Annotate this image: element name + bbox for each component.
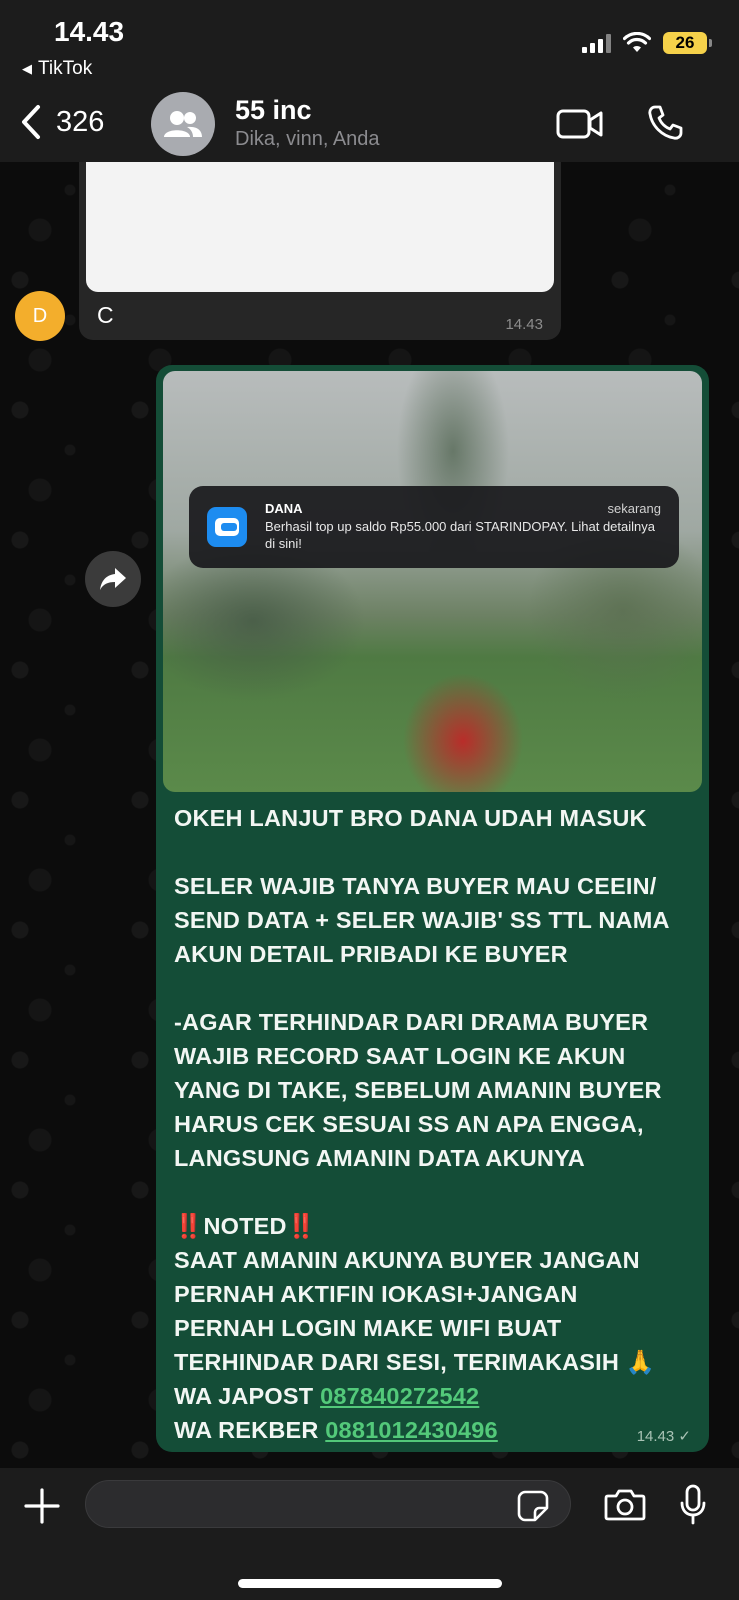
outgoing-message-time: 14.43 ✓ [637,1427,691,1445]
rekber-line: WA REKBER 0881012430496 [174,1413,699,1447]
voice-message-button[interactable] [679,1484,707,1531]
group-people-icon [164,111,202,137]
sender-avatar[interactable]: D [15,291,65,341]
dana-app-icon [207,507,247,547]
message-line: OKEH LANJUT BRO DANA UDAH MASUK [174,805,647,831]
wifi-icon [623,32,651,52]
back-app-label: TikTok [38,58,93,79]
message-line: TERHINDAR DARI SESI, TERIMAKASIH [174,1349,620,1375]
camera-button[interactable] [604,1488,646,1527]
message-line: AKUN DETAIL PRIBADI KE BUYER [174,941,568,967]
noted-line: ‼️NOTED‼️ [174,1209,699,1243]
cellular-signal-icon [582,33,611,53]
japost-label: WA JAPOST [174,1383,314,1409]
group-avatar[interactable] [151,92,215,156]
praying-hands-emoji: 🙏 [625,1349,656,1375]
message-line: LANGSUNG AMANIN DATA AKUNYA [174,1145,585,1171]
message-line: SAAT AMANIN AKUNYA BUYER JANGAN [174,1247,640,1273]
double-exclamation-emoji: ‼️ [286,1213,317,1239]
top-bar: 14.43 ◀ TikTok 26 326 55 inc Dika, vinn,… [0,0,739,162]
video-call-button[interactable] [556,108,604,145]
message-line: PERNAH LOGIN MAKE WIFI BUAT [174,1315,562,1341]
double-exclamation-emoji: ‼️ [174,1213,204,1239]
wallet-icon [215,518,239,536]
back-button[interactable]: 326 [20,104,104,140]
incoming-message[interactable]: C 14.43 [79,150,561,340]
notification-app-name: DANA [265,501,303,516]
message-line: HARUS CEK SESUAI SS AN APA ENGGA, [174,1111,644,1137]
forward-button[interactable] [85,551,141,607]
message-line: -AGAR TERHINDAR DARI DRAMA BUYER [174,1009,649,1035]
incoming-image-preview[interactable] [86,162,554,292]
unread-count: 326 [56,105,105,138]
message-line: PERNAH AKTIFIN IOKASI+JANGAN [174,1281,578,1307]
back-triangle-icon: ◀ [22,61,32,76]
rekber-phone-link[interactable]: 0881012430496 [325,1417,498,1443]
forward-arrow-icon [100,568,126,590]
status-time: 14.43 [54,16,125,47]
japost-line: WA JAPOST 087840272542 [174,1379,699,1413]
group-name[interactable]: 55 inc [235,95,312,126]
voice-call-button[interactable] [646,104,684,147]
back-to-app-link[interactable]: ◀ TikTok [22,58,92,80]
video-camera-icon [556,109,603,139]
chevron-left-icon [22,105,40,139]
camera-icon [604,1489,646,1521]
microphone-icon [680,1484,706,1525]
sent-check-icon: ✓ [678,1428,691,1445]
incoming-message-time: 14.43 [505,316,543,333]
group-members[interactable]: Dika, vinn, Anda [235,128,380,151]
noted-text: NOTED [203,1213,287,1239]
message-line: SEND DATA + SELER WAJIB' SS TTL NAMA [174,907,670,933]
rekber-label: WA REKBER [174,1417,319,1443]
status-icons: 26 [582,32,712,54]
attach-button[interactable] [24,1488,60,1529]
message-time: 14.43 [636,1428,675,1445]
notification-body: Berhasil top up saldo Rp55.000 dari STAR… [265,519,655,551]
message-line: SELER WAJIB TANYA BUYER MAU CEEIN/ [174,873,657,899]
dana-notification: DANA sekarang Berhasil top up saldo Rp55… [189,486,679,568]
outgoing-screenshot-image[interactable]: DANA sekarang Berhasil top up saldo Rp55… [163,371,702,792]
battery-indicator: 26 [663,32,712,54]
notification-time: sekarang [607,501,661,516]
outgoing-message-text: OKEH LANJUT BRO DANA UDAH MASUK SELER WA… [174,801,699,1447]
sticker-button[interactable] [517,1490,549,1527]
thanks-line: TERHINDAR DARI SESI, TERIMAKASIH 🙏 [174,1345,699,1379]
japost-phone-link[interactable]: 087840272542 [320,1383,479,1409]
home-indicator[interactable] [238,1579,502,1588]
plus-icon [24,1488,60,1524]
incoming-message-text: C [97,302,114,328]
message-input[interactable] [85,1480,571,1528]
outgoing-message[interactable]: DANA sekarang Berhasil top up saldo Rp55… [156,365,709,1452]
sticker-icon [517,1490,549,1522]
message-line: YANG DI TAKE, SEBELUM AMANIN BUYER [174,1077,662,1103]
message-line: WAJIB RECORD SAAT LOGIN KE AKUN [174,1043,626,1069]
phone-icon [648,105,683,140]
